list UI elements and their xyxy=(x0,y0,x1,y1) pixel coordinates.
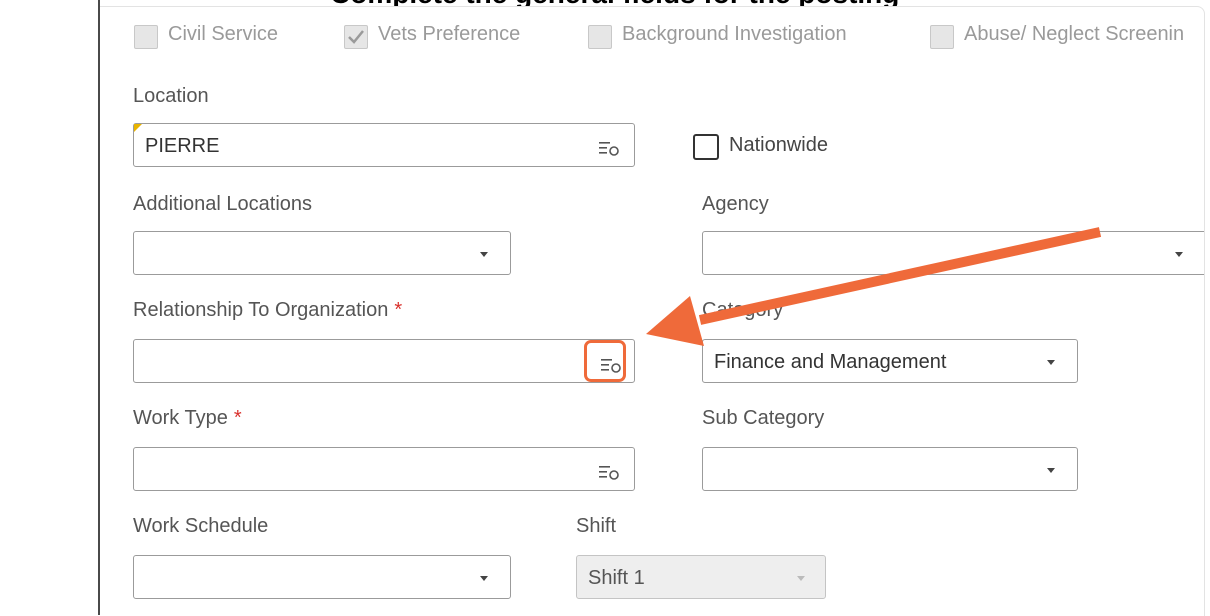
annotation-arrow xyxy=(646,227,1102,346)
